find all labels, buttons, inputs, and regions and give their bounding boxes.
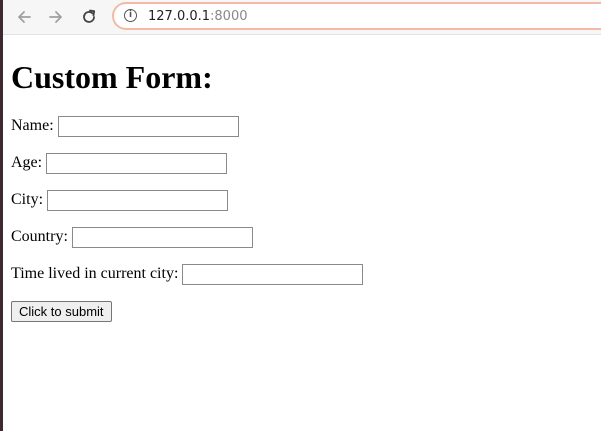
country-input[interactable] xyxy=(71,226,253,248)
age-row: Age: xyxy=(11,152,228,174)
submit-button[interactable]: Click to submit xyxy=(11,301,112,322)
url-host: 127.0.0.1 xyxy=(148,9,211,24)
city-label: City: xyxy=(11,191,44,208)
time-lived-row: Time lived in current city: xyxy=(11,263,364,285)
age-label: Age: xyxy=(11,154,43,171)
time-lived-input[interactable] xyxy=(182,263,364,285)
browser-toolbar: i 127.0.0.1:8000 xyxy=(3,0,601,35)
name-row: Name: xyxy=(11,115,239,137)
page-title: Custom Form: xyxy=(11,59,213,95)
arrow-right-icon xyxy=(49,11,62,23)
age-input[interactable] xyxy=(46,152,228,174)
reload-button[interactable] xyxy=(76,4,102,30)
city-row: City: xyxy=(11,189,229,211)
window-left-edge xyxy=(0,0,3,431)
back-button[interactable] xyxy=(11,4,37,30)
info-icon[interactable]: i xyxy=(124,9,137,22)
page-content: Custom Form: Name: Age: City: Country: T… xyxy=(11,35,596,425)
forward-button[interactable] xyxy=(43,4,69,30)
country-row: Country: xyxy=(11,226,253,248)
name-label: Name: xyxy=(11,117,54,134)
name-input[interactable] xyxy=(57,115,239,137)
address-bar[interactable]: i 127.0.0.1:8000 xyxy=(112,2,601,30)
city-input[interactable] xyxy=(47,189,229,211)
url-port: :8000 xyxy=(210,9,248,24)
arrow-left-icon xyxy=(18,11,31,23)
reload-icon xyxy=(83,9,96,23)
time-lived-label: Time lived in current city: xyxy=(11,265,179,282)
url-text[interactable]: 127.0.0.1:8000 xyxy=(148,8,248,25)
country-label: Country: xyxy=(11,228,68,245)
